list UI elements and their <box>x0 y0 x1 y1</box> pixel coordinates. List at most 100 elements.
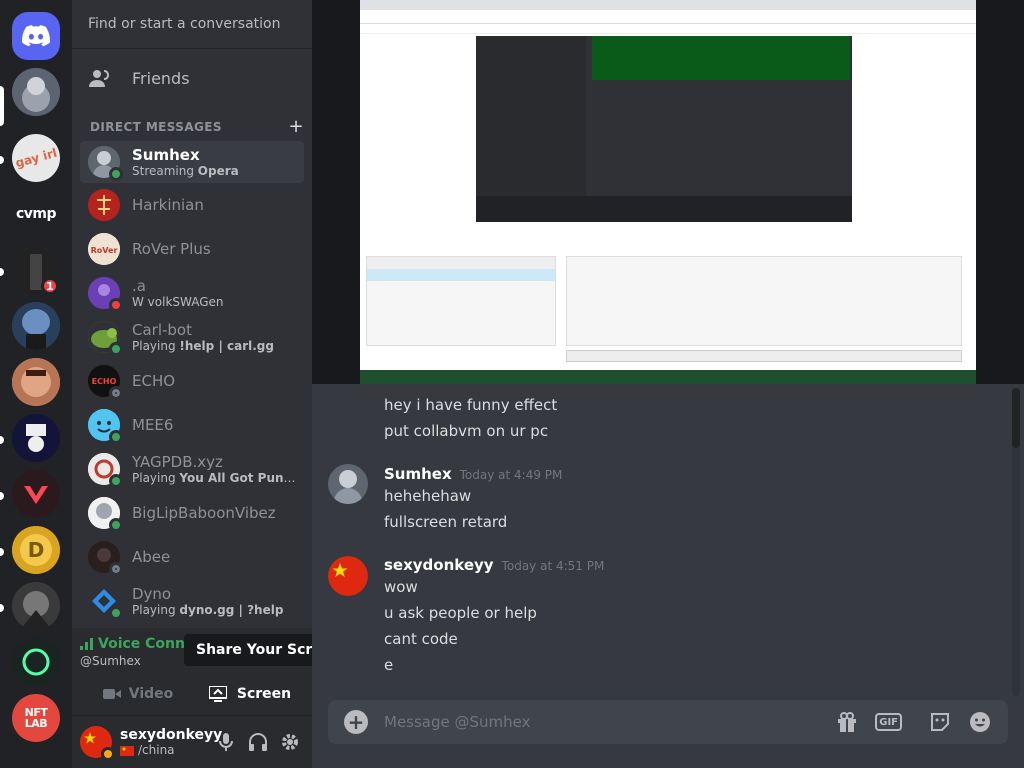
message-timestamp: Today at 4:51 PM <box>501 559 605 573</box>
friends-label: Friends <box>132 68 190 88</box>
microphone-icon[interactable] <box>216 732 236 752</box>
activity-prefix: Streaming <box>132 164 198 178</box>
dm-item-dyno[interactable]: Dyno Playing dyno.gg | ?help <box>80 580 304 622</box>
dm-name: Abee <box>132 548 171 566</box>
conversation-search[interactable]: Find or start a conversation <box>80 8 304 40</box>
stream-chat-input <box>566 350 962 362</box>
dm-activity: W volkSWAGen <box>132 295 224 309</box>
server-cvmp[interactable]: cvmp <box>12 190 60 238</box>
server-megamind-image <box>12 302 60 350</box>
status-online-indicator <box>109 342 123 356</box>
screen-share-button[interactable]: Screen <box>196 678 304 710</box>
scrollbar-thumb[interactable] <box>1012 388 1020 448</box>
activity-name: Opera <box>197 164 239 178</box>
dm-item-sumhex[interactable]: Sumhex Streaming Opera <box>80 141 304 187</box>
dm-name: Carl-bot <box>132 321 192 339</box>
china-flag-icon <box>328 556 368 596</box>
server-cvmp-label: cvmp <box>15 206 57 222</box>
dm-item-biglipbaboonvibez[interactable]: BigLipBaboonVibez <box>80 492 304 534</box>
server-anime[interactable] <box>12 582 60 630</box>
screen-label: Screen <box>236 686 292 702</box>
create-dm-icon[interactable]: + <box>289 116 304 137</box>
server-c[interactable] <box>12 638 60 686</box>
avatar[interactable] <box>328 556 368 596</box>
unread-pill <box>0 548 4 556</box>
dm-activity: Playing You All Got Punked Du... <box>132 471 300 485</box>
chat-scrollbar[interactable] <box>1012 388 1020 696</box>
avatar <box>88 409 123 444</box>
status-dnd-indicator <box>109 298 123 312</box>
screen-share-stream[interactable] <box>360 0 976 384</box>
server-valorant[interactable] <box>12 470 60 518</box>
dm-name: ECHO <box>132 372 176 390</box>
stream-chat-log <box>566 256 962 346</box>
dm-name: .a <box>132 277 146 295</box>
user-tag: /china <box>138 743 175 757</box>
message-line: e <box>384 656 394 674</box>
dm-item-yagpdb[interactable]: YAGPDB.xyz Playing You All Got Punked Du… <box>80 448 304 490</box>
activity-name: dyno.gg | ?help <box>179 603 284 617</box>
server-avatar-1[interactable] <box>12 68 60 116</box>
dm-item-carl-bot[interactable]: Carl-bot Playing !help | carl.gg <box>80 316 304 358</box>
gif-button[interactable]: GIF <box>875 713 902 731</box>
video-button[interactable]: Video <box>88 678 188 710</box>
server-nft-lab[interactable]: NFT LAB <box>12 694 60 742</box>
activity-prefix: Playing <box>132 603 180 617</box>
emoji-icon[interactable] <box>968 710 992 734</box>
status-online-indicator <box>109 167 123 181</box>
server-megamind[interactable] <box>12 302 60 350</box>
dm-header-label: DIRECT MESSAGES <box>90 119 222 134</box>
unread-pill <box>0 492 4 500</box>
status-online-indicator <box>109 518 123 532</box>
dm-item-echo[interactable]: ECHO ECHO <box>80 360 304 402</box>
voice-channel-name: @Sumhex <box>80 654 141 668</box>
home-button[interactable] <box>12 12 60 60</box>
china-flag-icon <box>120 745 134 756</box>
dm-item-rover-plus[interactable]: RoVer RoVer Plus <box>80 228 304 270</box>
unread-pill <box>0 604 4 612</box>
message-author[interactable]: sexydonkeyy <box>384 556 494 574</box>
server-gold[interactable]: D <box>12 526 60 574</box>
server-gay-irl[interactable]: gay irl <box>12 134 60 182</box>
server-face-image <box>12 358 60 406</box>
avatar[interactable] <box>328 464 368 504</box>
dm-name: Sumhex <box>132 146 200 164</box>
username: sexydonkeyy <box>120 727 223 743</box>
dm-item-harkinian[interactable]: Harkinian <box>80 184 304 226</box>
sticker-icon[interactable] <box>928 710 952 734</box>
headphones-icon[interactable] <box>248 732 268 752</box>
user-custom-status: /china <box>120 743 222 757</box>
stream-user-list <box>366 256 556 346</box>
unread-pill <box>0 156 4 164</box>
valorant-icon <box>12 470 60 518</box>
message-line: fullscreen retard <box>384 513 508 531</box>
dm-name: Dyno <box>132 585 172 603</box>
friends-button[interactable]: Friends <box>80 58 304 98</box>
message-line: u ask people or help <box>384 604 537 622</box>
status-online-indicator <box>109 606 123 620</box>
message-line: wow <box>384 578 418 596</box>
server-gold-image: D <box>12 526 60 574</box>
discord-logo-icon <box>22 25 50 47</box>
video-label: Video <box>128 686 174 702</box>
activity-name: You All Got Punked Du... <box>179 471 300 485</box>
avatar[interactable] <box>80 726 115 761</box>
server-face[interactable] <box>12 358 60 406</box>
dm-header: DIRECT MESSAGES + <box>90 116 304 137</box>
server-hat[interactable] <box>12 414 60 462</box>
attach-plus-icon[interactable]: + <box>344 710 368 734</box>
avatar: ECHO <box>88 365 123 400</box>
signal-icon <box>80 638 93 650</box>
message-line: cant code <box>384 630 458 648</box>
gift-icon[interactable] <box>835 710 859 734</box>
dm-item-a[interactable]: .a W volkSWAGen <box>80 272 304 314</box>
message-input[interactable] <box>384 713 836 731</box>
message-author[interactable]: Sumhex <box>384 465 452 483</box>
message-line: put collabvm on ur pc <box>384 422 549 440</box>
stream-browser-url <box>360 10 976 24</box>
dm-item-mee6[interactable]: MEE6 <box>80 404 304 446</box>
avatar <box>88 321 123 356</box>
dm-name: BigLipBaboonVibez <box>132 504 276 522</box>
dm-item-abee[interactable]: Abee <box>80 536 304 578</box>
gear-icon[interactable] <box>280 732 300 752</box>
